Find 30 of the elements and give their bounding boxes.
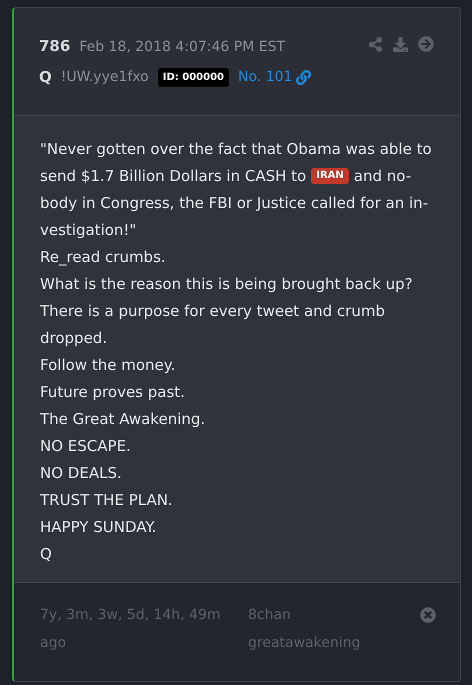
post-number: 786 — [39, 36, 70, 57]
quote-text: send $1.7 Billion Dollars in CASH to — [40, 166, 306, 186]
quote-text: vestigation!" — [40, 220, 136, 240]
author-name: Q — [39, 67, 52, 88]
post-date: Feb 18, 2018 4:07:46 PM EST — [79, 38, 286, 57]
post-source: 8chan greatawakening — [248, 606, 362, 652]
share-icon[interactable] — [368, 36, 383, 52]
post-line: Future proves past. — [40, 382, 186, 402]
id-badge: ID: 000000 — [158, 68, 230, 87]
quote-text: "Never gotten over the fact that Obama was able to — [40, 138, 432, 160]
post-age: 7y, 3m, 3w, 5d, 14h, 49m ago — [40, 606, 222, 652]
post-line: NO DEALS. — [40, 462, 123, 484]
post-link[interactable]: No. 101 — [238, 66, 292, 88]
arrow-right-icon[interactable] — [418, 36, 434, 52]
post-line: HAPPY SUNDAY. — [40, 516, 158, 538]
quote-text: body in Congress, the FBI or Justice called for an in- — [40, 192, 428, 214]
post-line: TRUST THE PLAN. — [40, 490, 174, 510]
link-icon[interactable] — [296, 70, 312, 85]
post-line: There is a purpose for every tweet and crumb dropped. — [40, 300, 386, 348]
post-line: What is the reason this is being brought back up? — [40, 274, 414, 294]
quote-text: and no- — [354, 166, 412, 186]
post-line: Re_read crumbs. — [40, 246, 167, 268]
post-line: The Great Awakening. — [40, 408, 206, 430]
country-tag: IRAN — [311, 168, 349, 184]
post-line: NO ESCAPE. — [40, 436, 132, 456]
post-line: Follow the money. — [40, 354, 176, 376]
download-icon[interactable] — [393, 36, 408, 52]
close-icon[interactable] — [420, 606, 436, 622]
post-line: Q — [40, 544, 53, 564]
tripcode: !UW.yye1fxo — [60, 68, 149, 87]
